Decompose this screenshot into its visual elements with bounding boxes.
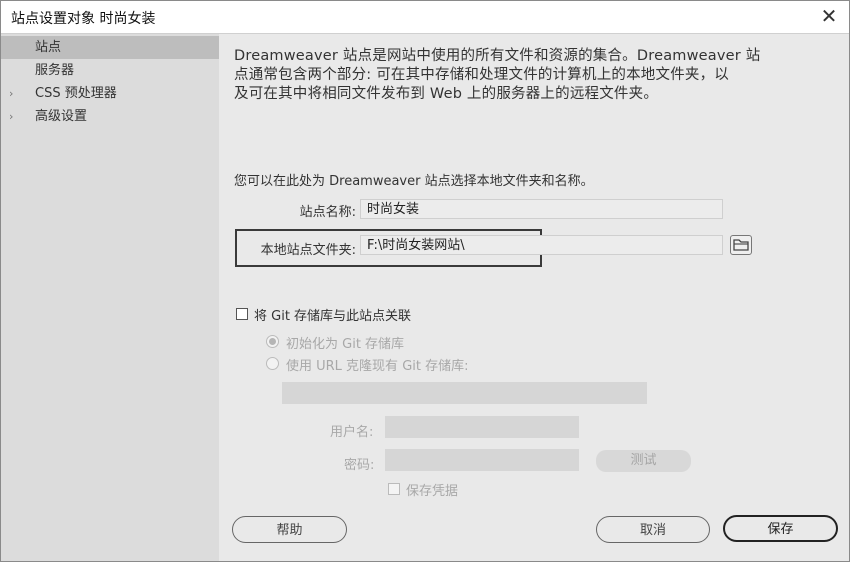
local-folder-input[interactable]: F:\时尚女装网站\	[360, 235, 723, 255]
sidebar-item-advanced-settings[interactable]: › 高级设置	[1, 105, 219, 128]
git-associate-checkbox[interactable]	[236, 308, 248, 320]
sidebar-item-label: 站点	[35, 40, 62, 55]
description-line: Dreamweaver 站点是网站中使用的所有文件和资源的集合。Dreamwea…	[234, 48, 761, 64]
sidebar-item-label: CSS 预处理器	[35, 86, 117, 101]
username-input[interactable]	[385, 416, 579, 438]
sidebar-item-label: 服务器	[35, 63, 75, 78]
git-url-input[interactable]	[282, 382, 647, 404]
test-button[interactable]: 测试	[596, 450, 691, 472]
close-button[interactable]: ✕	[817, 4, 841, 28]
sidebar: 站点 服务器 › CSS 预处理器 › 高级设置	[1, 34, 219, 561]
dialog-title: 站点设置对象 时尚女装	[11, 11, 156, 27]
site-name-label: 站点名称:	[299, 205, 356, 220]
close-icon: ✕	[820, 4, 838, 28]
site-panel: Dreamweaver 站点是网站中使用的所有文件和资源的集合。Dreamwea…	[220, 34, 849, 561]
description-line: 点通常包含两个部分: 可在其中存储和处理文件的计算机上的本地文件夹，以	[234, 67, 729, 83]
chevron-right-icon[interactable]: ›	[9, 82, 13, 105]
site-description: Dreamweaver 站点是网站中使用的所有文件和资源的集合。Dreamwea…	[234, 47, 834, 104]
site-name-input[interactable]: 时尚女装	[360, 199, 723, 219]
browse-folder-button[interactable]	[730, 235, 752, 255]
sidebar-item-label: 高级设置	[35, 109, 88, 124]
description-line: 及可在其中将相同文件发布到 Web 上的服务器上的远程文件夹。	[234, 86, 659, 102]
sidebar-item-site[interactable]: 站点	[1, 36, 219, 59]
username-label: 用户名:	[330, 425, 374, 440]
intro-text: 您可以在此处为 Dreamweaver 站点选择本地文件夹和名称。	[234, 174, 594, 189]
save-credentials-checkbox[interactable]	[388, 483, 400, 495]
git-init-label: 初始化为 Git 存储库	[286, 337, 405, 352]
cancel-button[interactable]: 取消	[596, 516, 710, 543]
local-folder-label: 本地站点文件夹:	[260, 243, 356, 258]
save-credentials-label: 保存凭据	[406, 484, 459, 499]
git-associate-label: 将 Git 存储库与此站点关联	[254, 309, 412, 324]
git-init-radio[interactable]	[266, 335, 279, 348]
password-label: 密码:	[344, 458, 375, 473]
help-button[interactable]: 帮助	[232, 516, 347, 543]
site-setup-dialog: 站点设置对象 时尚女装 ✕ 站点 服务器 › CSS 预处理器 › 高级设置 D…	[0, 0, 850, 562]
sidebar-item-css-preprocessors[interactable]: › CSS 预处理器	[1, 82, 219, 105]
chevron-right-icon[interactable]: ›	[9, 105, 13, 128]
save-button[interactable]: 保存	[723, 515, 838, 542]
folder-icon	[733, 239, 749, 251]
title-bar: 站点设置对象 时尚女装 ✕	[1, 1, 849, 34]
password-input[interactable]	[385, 449, 579, 471]
sidebar-item-servers[interactable]: 服务器	[1, 59, 219, 82]
git-clone-label: 使用 URL 克隆现有 Git 存储库:	[286, 359, 469, 374]
git-clone-radio[interactable]	[266, 357, 279, 370]
